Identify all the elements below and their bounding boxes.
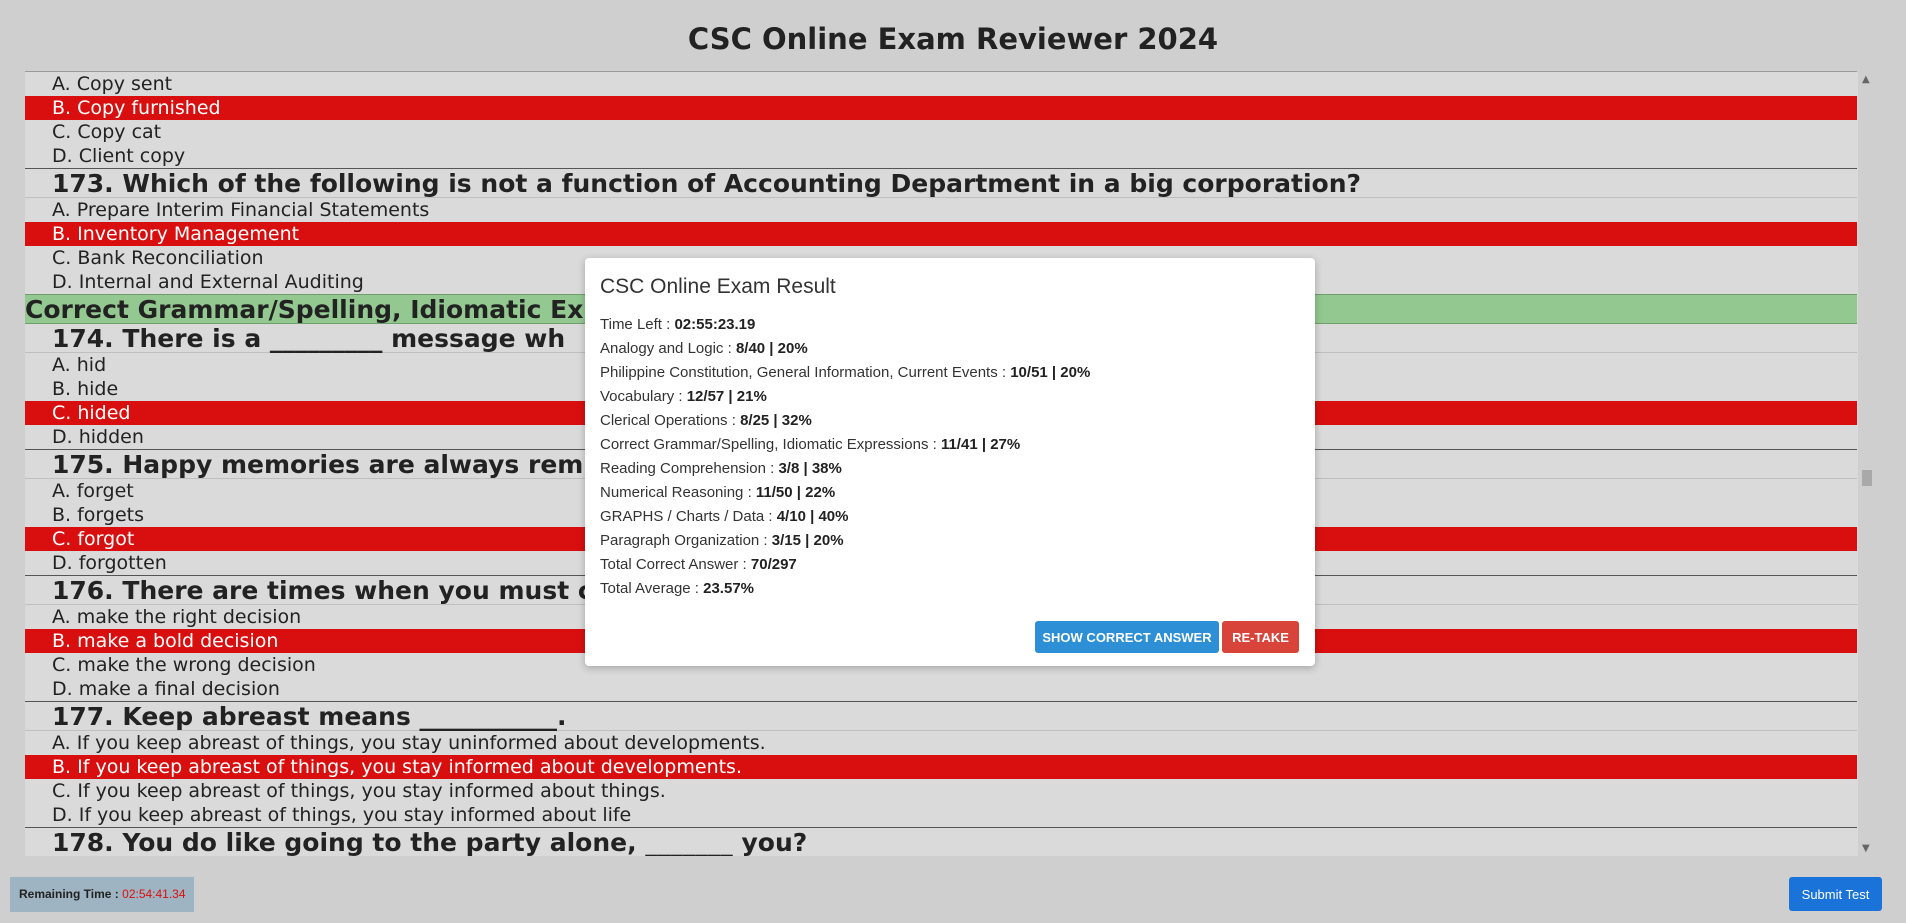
option-a[interactable]: A. Prepare Interim Financial Statements: [25, 198, 1857, 222]
result-row-total-correct: Total Correct Answer : 70/297: [600, 556, 797, 573]
result-row-time-left: Time Left : 02:55:23.19: [600, 316, 756, 333]
retake-button[interactable]: RE-TAKE: [1222, 621, 1299, 653]
show-correct-answer-button[interactable]: SHOW CORRECT ANSWER: [1035, 621, 1219, 653]
option-c[interactable]: C. If you keep abreast of things, you st…: [25, 779, 1857, 803]
result-row-numerical: Numerical Reasoning : 11/50 | 22%: [600, 484, 836, 501]
page-title: CSC Online Exam Reviewer 2024: [687, 22, 1219, 56]
option-a[interactable]: A. Copy sent: [25, 72, 1857, 96]
question-178: 178. You do like going to the party alon…: [25, 828, 1857, 856]
modal-title: CSC Online Exam Result: [600, 275, 836, 298]
result-row-paragraph: Paragraph Organization : 3/15 | 20%: [600, 532, 844, 549]
scroll-up-icon[interactable]: ▲: [1862, 74, 1870, 85]
scroll-down-icon[interactable]: ▼: [1862, 843, 1870, 854]
vertical-scrollbar[interactable]: ▲ ▼: [1858, 72, 1876, 856]
result-row-vocabulary: Vocabulary : 12/57 | 21%: [600, 388, 767, 405]
remaining-time-label: Remaining Time :: [19, 887, 123, 901]
result-list: Time Left : 02:55:23.19 Analogy and Logi…: [600, 313, 1090, 601]
option-c[interactable]: C. Copy cat: [25, 120, 1857, 144]
result-row-reading: Reading Comprehension : 3/8 | 38%: [600, 460, 842, 477]
result-row-total-average: Total Average : 23.57%: [600, 580, 754, 597]
exam-result-modal: CSC Online Exam Result Time Left : 02:55…: [585, 258, 1315, 666]
option-a[interactable]: A. If you keep abreast of things, you st…: [25, 731, 1857, 755]
option-d[interactable]: D. If you keep abreast of things, you st…: [25, 803, 1857, 828]
result-row-clerical: Clerical Operations : 8/25 | 32%: [600, 412, 812, 429]
remaining-time-badge: Remaining Time : 02:54:41.34: [10, 877, 194, 912]
result-row-constitution: Philippine Constitution, General Informa…: [600, 364, 1091, 381]
option-b-selected[interactable]: B. Inventory Management: [25, 222, 1857, 246]
submit-test-button[interactable]: Submit Test: [1789, 877, 1882, 911]
result-row-grammar: Correct Grammar/Spelling, Idiomatic Expr…: [600, 436, 1021, 453]
option-b-selected[interactable]: B. If you keep abreast of things, you st…: [25, 755, 1857, 779]
result-row-analogy: Analogy and Logic : 8/40 | 20%: [600, 340, 808, 357]
option-d[interactable]: D. make a final decision: [25, 677, 1857, 702]
question-173: 173. Which of the following is not a fun…: [25, 169, 1857, 198]
remaining-time-value: 02:54:41.34: [122, 887, 186, 901]
option-b-selected[interactable]: B. Copy furnished: [25, 96, 1857, 120]
scroll-thumb[interactable]: [1862, 470, 1872, 486]
question-177: 177. Keep abreast means ___________.: [25, 702, 1857, 731]
result-row-graphs: GRAPHS / Charts / Data : 4/10 | 40%: [600, 508, 849, 525]
option-d[interactable]: D. Client copy: [25, 144, 1857, 169]
